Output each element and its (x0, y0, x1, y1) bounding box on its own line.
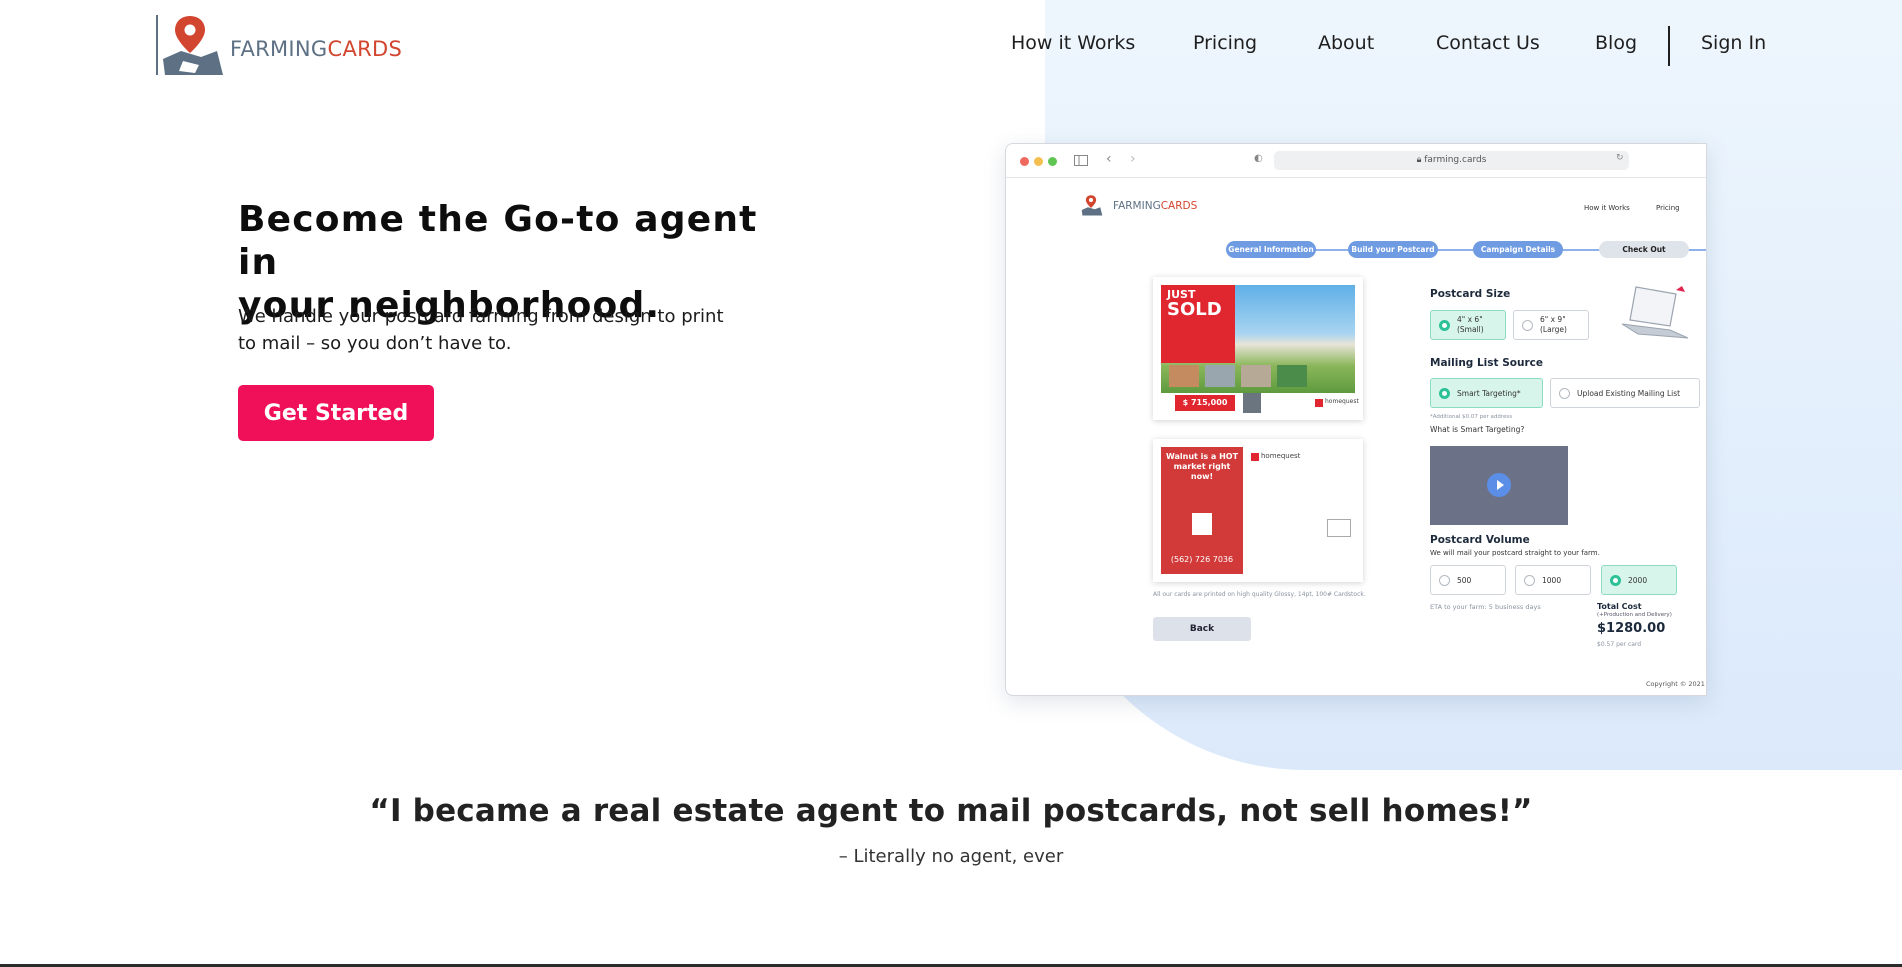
size-option-large: 6" x 9" (Large) (1513, 310, 1589, 340)
agent-photo (1243, 393, 1261, 413)
size-small-sub: (Small) (1457, 325, 1484, 334)
forward-arrow-icon: › (1130, 151, 1136, 167)
thumb-photo (1277, 365, 1307, 387)
mock-logo-icon (1081, 195, 1103, 216)
mock-back-button: Back (1153, 617, 1251, 641)
nav-sign-in[interactable]: Sign In (1701, 32, 1766, 54)
size-large-sub: (Large) (1540, 325, 1567, 334)
homequest-logo-icon (1315, 399, 1323, 407)
step-campaign-details: Campaign Details (1473, 241, 1563, 258)
back-red-panel: Walnut is a HOT market right now! (562) … (1161, 447, 1243, 574)
laptop-illustration-icon (1621, 286, 1689, 339)
headline-line-1: Become the Go-to agent in (238, 199, 758, 283)
sold-banner: JUST SOLD (1161, 285, 1235, 363)
get-started-button[interactable]: Get Started (238, 385, 434, 441)
back-arrow-icon: ‹ (1106, 151, 1112, 167)
upload-list-option: Upload Existing Mailing List (1550, 378, 1700, 408)
reload-icon: ↻ (1616, 153, 1624, 163)
back-phone: (562) 726 7036 (1170, 555, 1234, 564)
thumb-photo (1241, 365, 1271, 387)
nav-pricing[interactable]: Pricing (1193, 32, 1257, 54)
subtext-line-2: to mail – so you don’t have to. (238, 333, 512, 354)
postcard-volume-subtitle: We will mail your postcard straight to y… (1430, 549, 1600, 557)
maximize-dot-icon (1048, 157, 1057, 166)
volume-1000-label: 1000 (1542, 576, 1562, 585)
thumb-photo (1169, 365, 1199, 387)
address-bar: 🔒︎ farming.cards (1274, 151, 1629, 170)
browser-toolbar: ‹ › ◐ 🔒︎ farming.cards ↻ (1006, 144, 1706, 178)
play-icon (1487, 473, 1511, 497)
postcard-back-preview: Walnut is a HOT market right now! (562) … (1153, 439, 1363, 582)
main-nav: How it Works Pricing About Contact Us Bl… (0, 26, 1902, 66)
total-cost-amount: $1280.00 (1597, 621, 1666, 636)
close-dot-icon (1020, 157, 1029, 166)
size-option-small: 4" x 6" (Small) (1430, 310, 1506, 340)
print-quality-note: All our cards are printed on high qualit… (1153, 591, 1366, 598)
hero-subtext: We handle your postcard farming from des… (238, 303, 758, 357)
volume-2000-label: 2000 (1628, 576, 1648, 585)
radio-icon (1439, 320, 1450, 331)
total-cost-title: Total Cost (1597, 602, 1642, 611)
mock-logo-wordmark: FARMINGCARDS (1113, 200, 1198, 212)
radio-icon (1610, 575, 1621, 586)
mailing-list-title: Mailing List Source (1430, 357, 1543, 369)
volume-option-1000: 1000 (1515, 565, 1591, 595)
postcard-size-title: Postcard Size (1430, 288, 1511, 300)
size-large-label: 6" x 9" (1540, 315, 1566, 324)
shield-icon: ◐ (1254, 153, 1263, 164)
smart-targeting-option: Smart Targeting* (1430, 378, 1543, 408)
total-cost-subtitle: (+Production and Delivery) (1597, 612, 1672, 618)
nav-contact-us[interactable]: Contact Us (1436, 32, 1540, 54)
front-brand: homequest (1325, 398, 1359, 405)
radio-icon (1559, 388, 1570, 399)
nav-how-it-works[interactable]: How it Works (1011, 32, 1135, 54)
sold-price: $ 715,000 (1175, 395, 1235, 411)
upload-list-label: Upload Existing Mailing List (1577, 389, 1681, 398)
radio-icon (1439, 388, 1450, 399)
step-check-out: Check Out (1599, 241, 1689, 258)
address-url: farming.cards (1424, 155, 1487, 165)
video-thumbnail (1430, 446, 1568, 525)
radio-icon (1522, 320, 1533, 331)
step-build-postcard: Build your Postcard (1348, 241, 1438, 258)
postcard-volume-title: Postcard Volume (1430, 534, 1530, 546)
stamp-box (1327, 519, 1351, 537)
minimize-dot-icon (1034, 157, 1043, 166)
smart-targeting-question: What is Smart Targeting? (1430, 425, 1525, 434)
app-screenshot-mockup: ‹ › ◐ 🔒︎ farming.cards ↻ FARMINGCARDS Ho… (1005, 143, 1707, 696)
smart-targeting-label: Smart Targeting* (1457, 389, 1521, 398)
thumb-photo (1205, 365, 1235, 387)
volume-500-label: 500 (1457, 576, 1472, 585)
volume-option-2000: 2000 (1601, 565, 1677, 595)
size-small-label: 4" x 6" (1457, 315, 1483, 324)
mock-nav-how-it-works: How it Works (1584, 204, 1630, 212)
radio-icon (1524, 575, 1535, 586)
sidebar-toggle-icon (1074, 155, 1088, 166)
nav-about[interactable]: About (1318, 32, 1374, 54)
nav-divider (1668, 26, 1670, 66)
volume-option-500: 500 (1430, 565, 1506, 595)
radio-icon (1439, 575, 1450, 586)
per-card-cost: $0.57 per card (1597, 641, 1642, 648)
postcard-front-preview: JUST SOLD $ 715,000 homequest (1153, 277, 1363, 420)
nav-blog[interactable]: Blog (1595, 32, 1637, 54)
back-agent-photo (1192, 513, 1212, 535)
back-brand: homequest (1261, 452, 1301, 460)
sold-headline-2: SOLD (1167, 299, 1222, 320)
back-headline: Walnut is a HOT market right now! (1165, 452, 1239, 481)
testimonial-quote: “I became a real estate agent to mail po… (369, 793, 1533, 829)
mock-copyright: Copyright © 2021 (1646, 680, 1705, 688)
quote-attribution: – Literally no agent, ever (838, 846, 1064, 867)
smart-targeting-note: *Additional $0.07 per address (1430, 414, 1513, 420)
homequest-logo-icon (1251, 453, 1259, 461)
eta-note: ETA to your farm: 5 business days (1430, 603, 1541, 611)
subtext-line-1: We handle your postcard farming from des… (238, 306, 724, 327)
step-general-information: General Information (1226, 241, 1316, 258)
mock-nav-pricing: Pricing (1656, 204, 1680, 212)
